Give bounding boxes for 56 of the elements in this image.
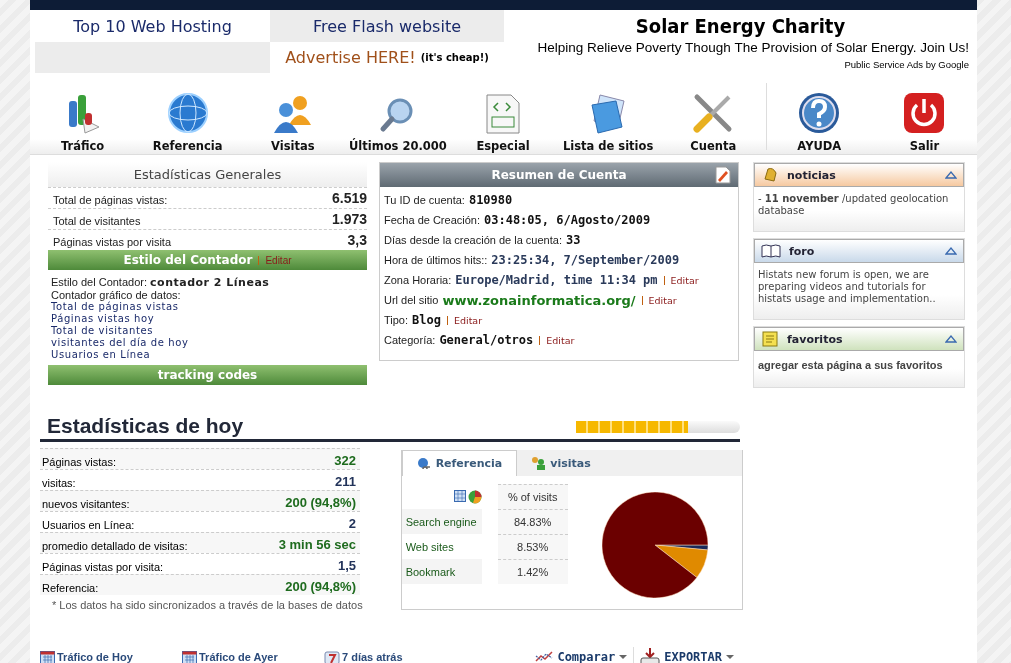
column-header: % of visits (497, 484, 568, 509)
stat-value: 322 (334, 453, 356, 468)
box-text: Histats new forum is open, we are preparing videos and tutorials for histats usage and implementation.. (757, 268, 937, 306)
stat-value: 3 min 56 sec (278, 537, 356, 552)
field-value: 33 (565, 233, 581, 247)
stat-value: 3,3 (347, 232, 367, 248)
stat-label: Total de páginas vistas: (53, 194, 168, 206)
footnote: * Los datos ha sido sincronizados a través de la bases de datos (51, 598, 363, 611)
box-text: agregar esta página a sus favoritos (757, 358, 944, 373)
field-value: contador 2 Líneas (150, 276, 270, 289)
field-label: Tipo: (384, 314, 409, 326)
stat-label: Páginas vistas: (42, 456, 116, 468)
field-label: Hora de últimos hits:: (384, 254, 488, 266)
box-text: - 11 november /updated geolocation database (757, 192, 950, 218)
stat-value: 2 (348, 516, 356, 531)
field-label: Contador gráfico de datos: (51, 289, 182, 301)
stat-label: nuevos visitantes: (42, 498, 130, 510)
stat-value: 1,5 (337, 558, 356, 573)
percent-value: 84.83% (497, 509, 568, 534)
box-title: noticias (787, 168, 837, 182)
panel-title: Resumen de Cuenta (491, 168, 627, 182)
stat-label: visitas: (42, 477, 76, 489)
stat-label: Total de visitantes (53, 215, 141, 227)
box-title: favoritos (787, 332, 844, 346)
ad-text: Helping Relieve Poverty Though The Provision of Solar Energy. Join Us! (537, 40, 969, 55)
field-value: 03:48:05, 6/Agosto/2009 (484, 213, 651, 227)
referrer-label: Bookmark (401, 559, 482, 584)
field-label: Categoría: (384, 334, 436, 346)
stat-label: Referencia: (42, 582, 99, 594)
field-value: 23:25:34, 7/September/2009 (491, 253, 680, 267)
stat-label: promedio detallado de visitas: (42, 540, 188, 552)
stat-label: Páginas vistas por visita: (42, 561, 164, 573)
field-value: General/otros (439, 333, 534, 347)
field-label: Tu ID de cuenta: (384, 194, 465, 206)
field-label: Zona Horaria: (384, 274, 452, 286)
stat-value: 211 (335, 474, 356, 489)
field-value: Europe/Madrid, time 11:34 pm (455, 273, 658, 287)
stat-label: Páginas vistas por visita (53, 236, 171, 248)
percent-value: 8.53% (497, 534, 568, 559)
section-title: Estilo del Contador (123, 253, 253, 267)
box-title: foro (789, 244, 816, 258)
field-label: Url del sitio (384, 294, 439, 306)
stat-value: 200 (94,8%) (285, 579, 356, 594)
stat-value: 6.519 (331, 190, 367, 206)
percent-value: 1.42% (497, 559, 568, 584)
field-value: 810980 (468, 193, 513, 207)
field-label: Fecha de Creación: (384, 214, 480, 226)
field-label: Estilo del Contador: (51, 276, 147, 288)
stat-value: 1.973 (331, 211, 367, 227)
stat-value: 200 (94,8%) (285, 495, 356, 510)
stat-label: Usuarios en Línea: (42, 519, 135, 531)
referrer-label: Search engine (401, 509, 482, 534)
section-title: Estadísticas de hoy (47, 414, 244, 438)
field-label: Días desde la creación de la cuenta: (384, 234, 562, 246)
field-value: Blog (412, 313, 441, 327)
ad-note: (it's cheap!) (420, 52, 489, 63)
